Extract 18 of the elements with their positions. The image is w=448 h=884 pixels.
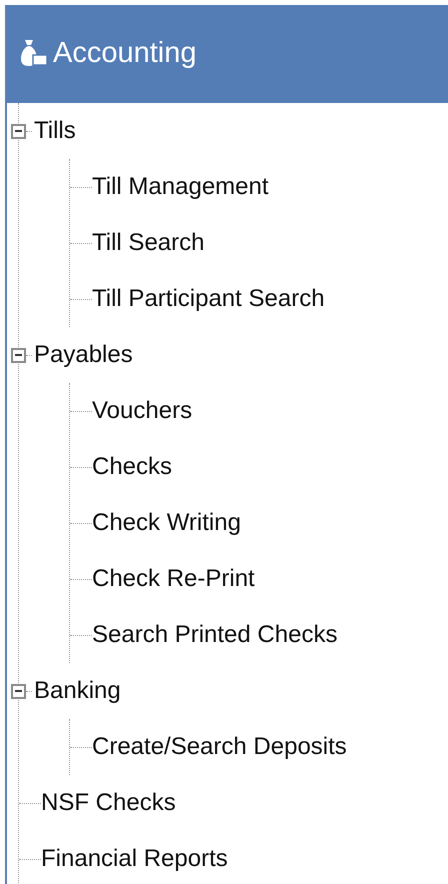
tree-item[interactable]: Create/Search Deposits — [92, 729, 347, 765]
tree-item[interactable]: Check Writing — [92, 505, 241, 541]
panel-title: Accounting — [53, 36, 196, 72]
tree-item[interactable]: Vouchers — [92, 393, 192, 429]
tree-item[interactable]: Checks — [92, 449, 172, 485]
tree-item[interactable]: Financial Reports — [41, 841, 228, 877]
tree-item[interactable]: Search Printed Checks — [92, 617, 338, 653]
tree-item[interactable]: Till Search — [92, 225, 204, 261]
collapse-icon[interactable] — [11, 124, 26, 138]
collapse-icon[interactable] — [11, 684, 26, 698]
tree-item[interactable]: Banking — [34, 673, 121, 709]
tree-item[interactable]: Till Management — [92, 169, 269, 205]
tree-item[interactable]: Till Participant Search — [92, 281, 325, 317]
collapse-icon[interactable] — [11, 348, 26, 362]
tree-item[interactable]: NSF Checks — [41, 785, 176, 821]
tree-item[interactable]: Check Re-Print — [92, 561, 255, 597]
tree-item[interactable]: Tills — [34, 113, 76, 149]
tree-item[interactable]: Payables — [34, 337, 133, 373]
